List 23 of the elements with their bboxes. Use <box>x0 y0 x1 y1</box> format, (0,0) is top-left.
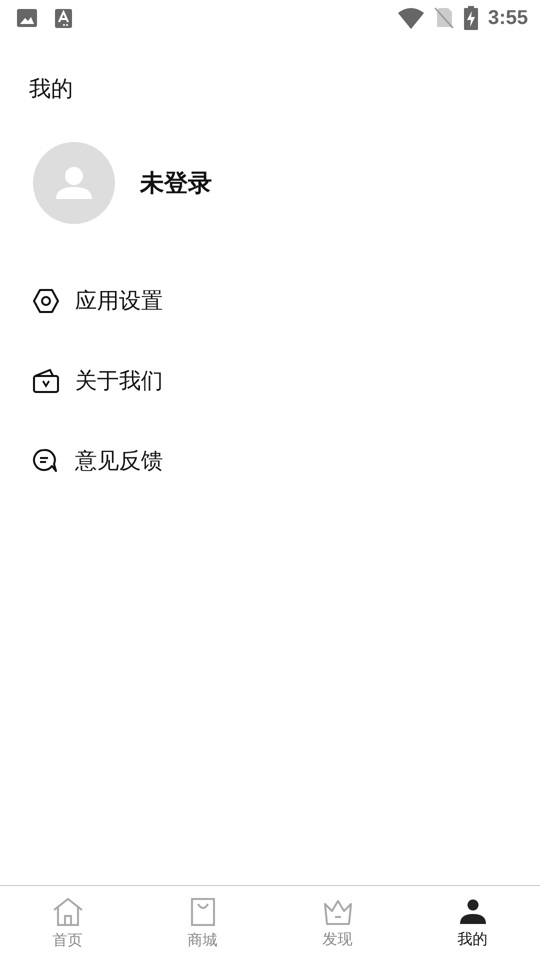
nav-tab[interactable]: 商城 <box>135 886 270 960</box>
crown-icon <box>322 898 352 926</box>
image-icon <box>17 9 37 27</box>
folder-icon <box>32 367 60 395</box>
nav-tab[interactable]: 发现 <box>270 886 405 960</box>
battery-charging-icon <box>464 6 478 30</box>
nav-tab[interactable]: 我的 <box>405 886 540 960</box>
chat-icon <box>32 447 60 475</box>
login-status[interactable]: 未登录 <box>140 167 212 199</box>
bag-icon <box>190 896 216 926</box>
avatar-icon[interactable] <box>33 142 115 224</box>
no-sim-icon <box>434 7 454 29</box>
page-title: 我的 <box>29 76 73 104</box>
menu-item[interactable]: 关于我们 <box>75 366 163 396</box>
hexagon-icon <box>32 287 60 315</box>
person-icon <box>458 898 486 926</box>
wifi-icon <box>398 8 424 28</box>
font-icon <box>55 8 72 28</box>
menu-item[interactable]: 意见反馈 <box>75 446 163 476</box>
clock-time: 3:55 <box>488 6 528 30</box>
nav-tab[interactable]: 首页 <box>0 886 135 960</box>
house-icon <box>52 896 84 926</box>
menu-item[interactable]: 应用设置 <box>75 286 163 316</box>
